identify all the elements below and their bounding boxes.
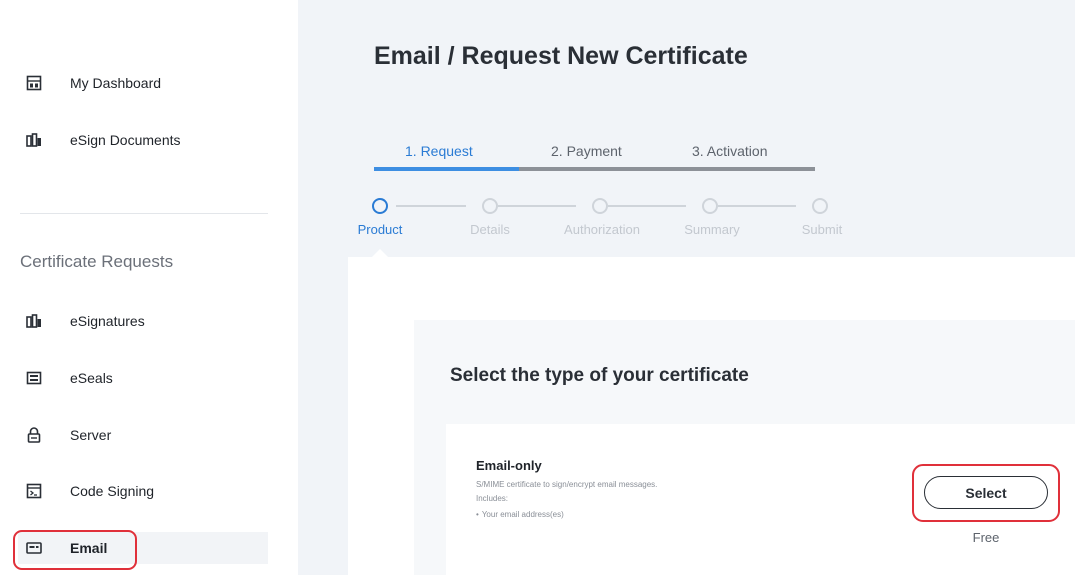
sidebar-item-eseals[interactable]: eSeals — [18, 362, 268, 394]
bullet-icon: • — [476, 510, 479, 519]
tab-progress-fill — [374, 167, 519, 171]
lock-icon — [26, 427, 42, 443]
esignatures-icon — [26, 313, 42, 329]
sidebar-item-label: eSign Documents — [70, 132, 181, 148]
step-circle-details — [482, 198, 498, 214]
option-description: S/MIME certificate to sign/encrypt email… — [476, 480, 658, 489]
request-tabs: 1. Request 2. Payment 3. Activation — [374, 143, 815, 173]
step-label-submit: Submit — [801, 222, 843, 237]
sidebar: My Dashboard eSign Documents Certificate… — [0, 0, 298, 575]
page-title: Email / Request New Certificate — [374, 42, 748, 70]
step-circle-submit — [812, 198, 828, 214]
sidebar-item-label: eSeals — [70, 370, 113, 386]
email-item-highlight — [13, 530, 137, 570]
eseals-icon — [26, 370, 42, 386]
sidebar-divider — [20, 213, 268, 214]
option-includes-label: Includes: — [476, 494, 509, 503]
option-name: Email-only — [476, 458, 542, 473]
dashboard-icon — [26, 75, 42, 91]
step-connector — [396, 205, 466, 207]
step-connector — [498, 205, 576, 207]
step-circle-summary — [702, 198, 718, 214]
code-signing-icon — [26, 483, 42, 499]
sidebar-item-my-dashboard[interactable]: My Dashboard — [18, 67, 268, 99]
sidebar-item-label: My Dashboard — [70, 75, 162, 91]
option-price: Free — [972, 530, 1000, 545]
tab-payment[interactable]: 2. Payment — [551, 143, 622, 159]
sidebar-item-esignatures[interactable]: eSignatures — [18, 305, 268, 337]
tab-request[interactable]: 1. Request — [405, 143, 473, 159]
sidebar-item-label: eSignatures — [70, 313, 145, 329]
sidebar-item-esign-documents[interactable]: eSign Documents — [18, 124, 268, 156]
sidebar-section-title: Certificate Requests — [20, 252, 174, 271]
step-label-details: Details — [470, 222, 510, 237]
step-indicator: Product Details Authorization Summary Su… — [350, 194, 870, 244]
step-label-authorization: Authorization — [564, 222, 640, 237]
select-button-highlight — [912, 464, 1060, 522]
sidebar-item-server[interactable]: Server — [18, 419, 268, 451]
step-circle-product — [372, 198, 388, 214]
sidebar-item-label: Code Signing — [70, 483, 155, 499]
option-feature-item: • Your email address(es) — [476, 510, 564, 519]
certificate-type-panel: Select the type of your certificate Emai… — [414, 320, 1075, 575]
esign-documents-icon — [26, 132, 42, 148]
step-circle-authorization — [592, 198, 608, 214]
sidebar-item-label: Server — [70, 427, 112, 443]
section-title: Select the type of your certificate — [450, 365, 749, 386]
main-content: Email / Request New Certificate 1. Reque… — [298, 0, 1075, 575]
request-card: Select the type of your certificate Emai… — [348, 249, 1075, 575]
sidebar-item-code-signing[interactable]: Code Signing — [18, 475, 268, 507]
certificate-option-email-only: Email-only S/MIME certificate to sign/en… — [446, 424, 1075, 575]
step-label-summary: Summary — [684, 222, 740, 237]
option-feature-text: Your email address(es) — [481, 510, 564, 519]
step-label-product: Product — [357, 222, 403, 237]
step-connector — [608, 205, 686, 207]
tab-activation[interactable]: 3. Activation — [692, 143, 768, 159]
step-connector — [718, 205, 796, 207]
